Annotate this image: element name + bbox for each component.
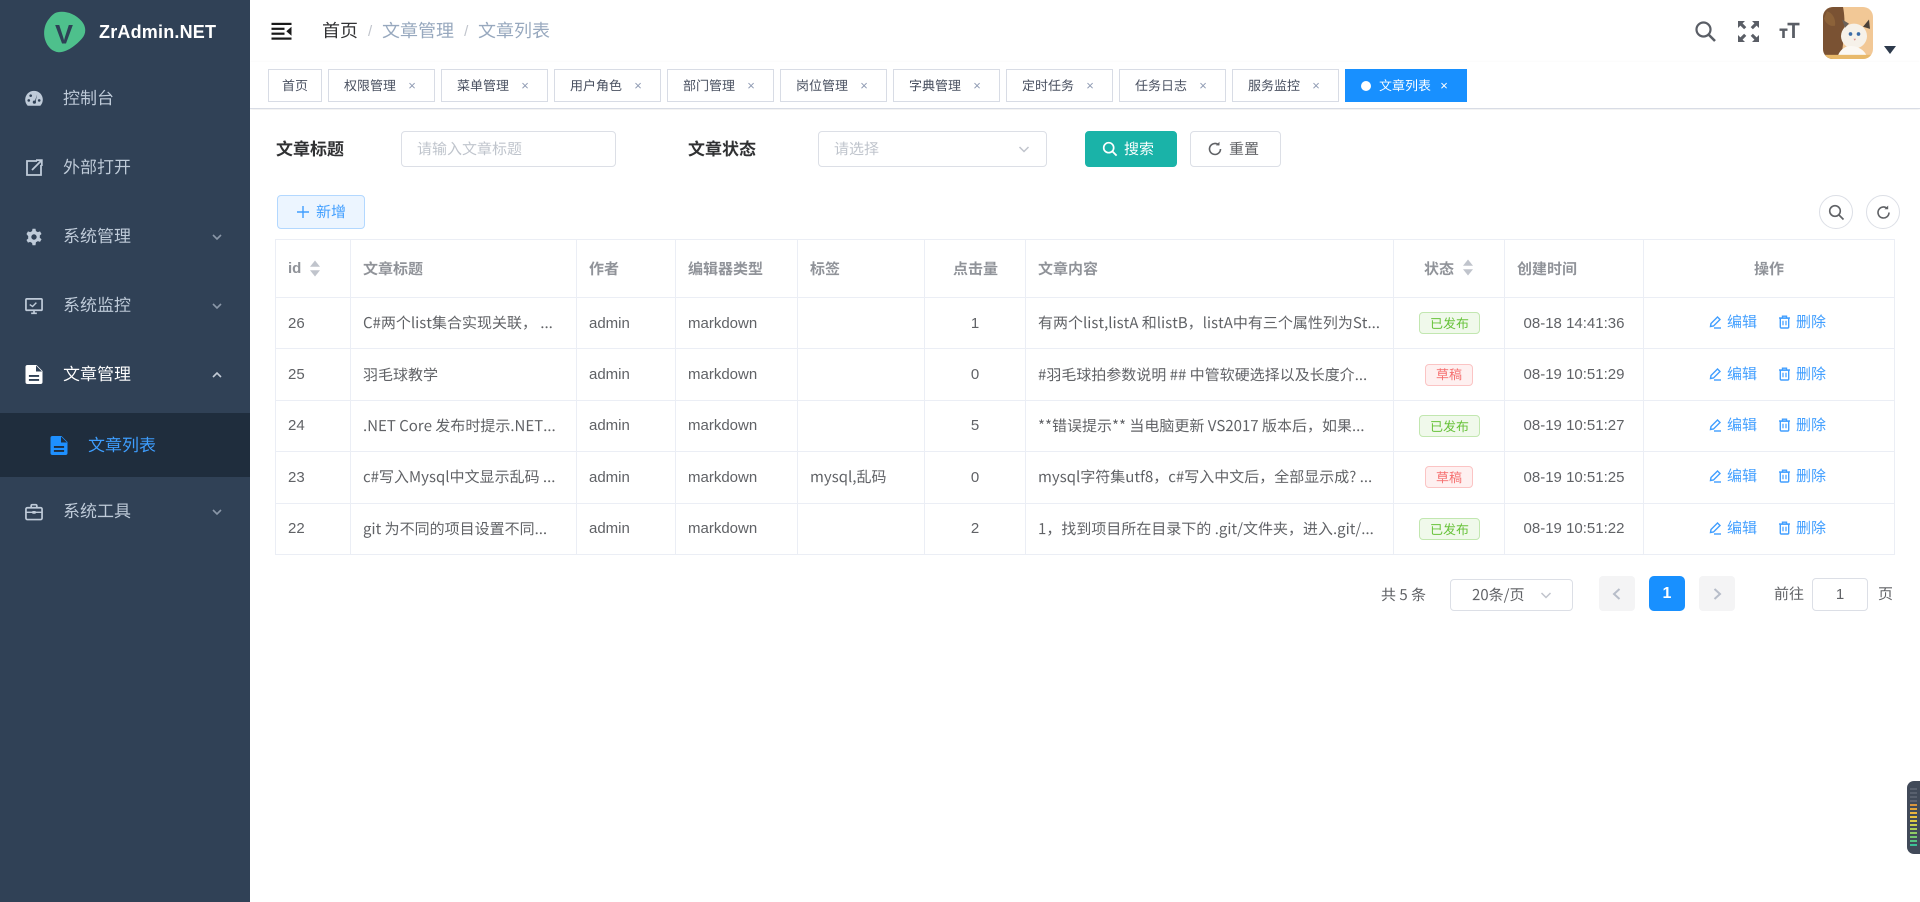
- svg-text:V: V: [55, 19, 73, 49]
